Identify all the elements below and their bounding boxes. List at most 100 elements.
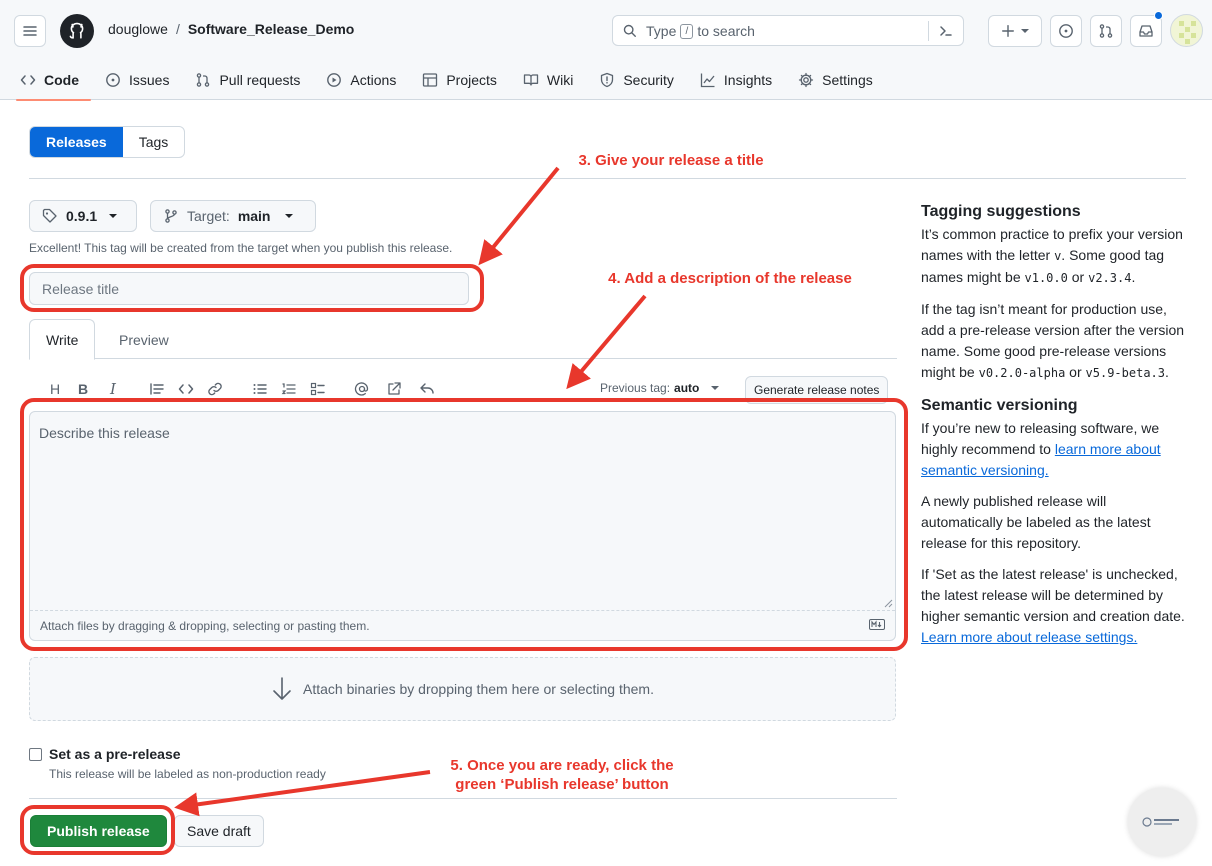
pull-request-icon (1098, 23, 1114, 39)
issue-icon (1058, 23, 1074, 39)
semver-paragraph-2: A newly published release will automatic… (921, 493, 1151, 551)
top-header: douglowe / Software_Release_Demo Type / … (0, 0, 1212, 101)
tag-icon (42, 208, 58, 224)
semver-paragraph-1: If you’re new to releasing software, we … (921, 418, 1189, 481)
arrow-to-title (478, 166, 560, 266)
save-draft-button[interactable]: Save draft (174, 815, 264, 847)
tagging-paragraph-1: It’s common practice to prefix your vers… (921, 224, 1189, 289)
tab-projects-label: Projects (446, 72, 497, 88)
chevron-down-icon (109, 214, 118, 218)
cross-reference-icon[interactable] (385, 380, 403, 398)
tagging-suggestions-heading: Tagging suggestions (921, 203, 1081, 220)
ordered-list-icon[interactable] (280, 380, 298, 398)
create-new-button[interactable] (988, 15, 1042, 47)
quote-icon[interactable] (148, 380, 166, 398)
previous-tag-label: Previous tag: (600, 381, 671, 395)
pull-request-icon (195, 72, 211, 88)
search-suffix: to search (697, 23, 755, 39)
previous-tag-selector[interactable]: Previous tag: auto (600, 381, 720, 395)
bold-icon[interactable]: B (74, 380, 92, 398)
heading-icon[interactable]: H (46, 380, 64, 398)
unordered-list-icon[interactable] (251, 380, 269, 398)
previous-tag-value: auto (674, 381, 700, 395)
repo-nav-tabs: Code Issues Pull requests Actions Projec… (0, 60, 895, 101)
tab-settings-label: Settings (822, 72, 873, 88)
code-snippet: v5.9-beta.3 (1085, 366, 1166, 380)
tab-security-label: Security (623, 72, 674, 88)
tab-projects[interactable]: Projects (418, 60, 509, 100)
branch-icon (163, 208, 179, 224)
tag-selector-button[interactable]: 0.9.1 (29, 200, 137, 232)
divider (29, 178, 1186, 179)
table-icon (422, 72, 438, 88)
book-icon (523, 72, 539, 88)
breadcrumb: douglowe / Software_Release_Demo (108, 21, 354, 37)
breadcrumb-separator: / (175, 21, 180, 37)
binaries-hint: Attach binaries by dropping them here or… (303, 681, 654, 697)
repo-owner-link[interactable]: douglowe (108, 21, 168, 37)
hamburger-menu-button[interactable] (14, 15, 46, 47)
tab-actions[interactable]: Actions (322, 60, 408, 100)
menu-icon (22, 23, 38, 39)
tab-settings[interactable]: Settings (794, 60, 885, 100)
issues-button[interactable] (1050, 15, 1082, 47)
arrow-down-icon (271, 676, 293, 702)
search-icon (623, 24, 637, 38)
github-logo[interactable] (60, 14, 94, 48)
semver-paragraph-3: If 'Set as the latest release' is unchec… (921, 564, 1189, 648)
description-highlight-outline (20, 398, 908, 651)
tagging-paragraph-2: If the tag isn’t meant for production us… (921, 299, 1189, 384)
tab-code[interactable]: Code (16, 60, 91, 101)
tab-preview[interactable]: Preview (103, 319, 185, 360)
target-value: main (237, 208, 271, 224)
chevron-down-icon (284, 214, 293, 218)
releases-tags-switch: Releases Tags (29, 126, 186, 158)
floating-logo-badge[interactable] (1128, 788, 1196, 856)
tab-security[interactable]: Security (595, 60, 686, 100)
releases-tab[interactable]: Releases (30, 127, 123, 157)
repo-name-link[interactable]: Software_Release_Demo (188, 21, 355, 37)
italic-icon[interactable]: I (104, 380, 122, 398)
code-snippet: v1.0.0 (1024, 271, 1068, 285)
prerelease-checkbox[interactable] (29, 748, 42, 761)
target-label: Target: (187, 208, 230, 224)
tab-issues-label: Issues (129, 72, 170, 88)
notification-dot (1154, 11, 1163, 20)
target-branch-selector[interactable]: Target: main (150, 200, 316, 232)
issue-icon (105, 72, 121, 88)
text-segment: . (1165, 364, 1169, 380)
avatar[interactable] (1170, 14, 1203, 47)
search-prefix: Type (646, 23, 677, 39)
prerelease-description: This release will be labeled as non-prod… (49, 767, 326, 781)
shield-icon (599, 72, 615, 88)
mention-icon[interactable] (353, 380, 371, 398)
tags-tab[interactable]: Tags (123, 127, 185, 157)
tab-pull-requests[interactable]: Pull requests (191, 60, 312, 100)
release-settings-link[interactable]: Learn more about release settings. (921, 629, 1137, 645)
prerelease-label[interactable]: Set as a pre-release (49, 746, 181, 762)
play-icon (326, 72, 342, 88)
tab-write[interactable]: Write (29, 319, 96, 360)
binaries-dropzone[interactable]: Attach binaries by dropping them here or… (29, 657, 896, 721)
chevron-down-icon (1021, 29, 1029, 33)
gear-icon (798, 72, 814, 88)
command-palette-icon[interactable] (938, 23, 954, 39)
code-snippet: v0.2.0-alpha (978, 366, 1066, 380)
tab-wiki[interactable]: Wiki (519, 60, 585, 100)
task-list-icon[interactable] (309, 380, 327, 398)
annotation-step-5-line-2: green ‘Publish release’ button (455, 776, 669, 793)
search-input[interactable]: Type / to search (612, 15, 964, 46)
reply-icon[interactable] (418, 380, 436, 398)
link-icon[interactable] (206, 380, 224, 398)
code-icon[interactable] (177, 380, 195, 398)
editor-tabs: Write Preview (29, 319, 897, 360)
tab-insights[interactable]: Insights (696, 60, 784, 100)
pull-requests-button[interactable] (1090, 15, 1122, 47)
annotation-step-5-line-1: 5. Once you are ready, click the (450, 757, 674, 774)
annotation-step-5: 5. Once you are ready, click the green ‘… (436, 756, 688, 794)
publish-highlight-outline (20, 805, 175, 855)
text-segment: If 'Set as the latest release' is unchec… (921, 566, 1185, 624)
tab-issues[interactable]: Issues (101, 60, 181, 100)
plus-icon (1001, 24, 1015, 38)
search-placeholder: Type / to search (646, 23, 755, 39)
